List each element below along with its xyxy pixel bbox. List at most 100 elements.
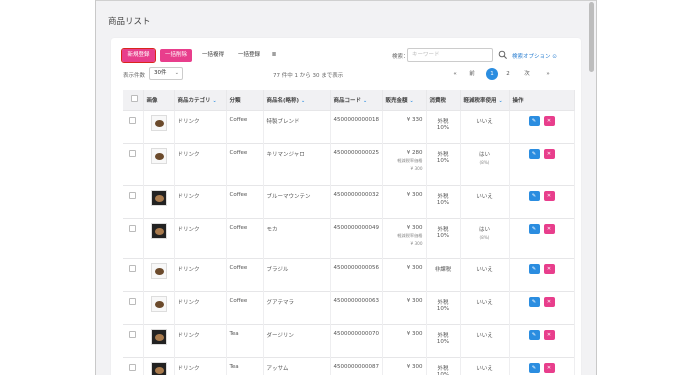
- row-reduced-cell: いいえ: [460, 323, 510, 357]
- edit-button[interactable]: ✎: [528, 115, 540, 126]
- row-checkbox[interactable]: [129, 116, 137, 124]
- header-code-label: 商品コード: [333, 97, 362, 104]
- pencil-icon: ✎: [531, 298, 537, 305]
- delete-button[interactable]: ✕: [543, 223, 555, 234]
- close-icon: ✕: [546, 117, 552, 124]
- per-page-select[interactable]: 30件 ⌄: [149, 67, 183, 80]
- scrollbar[interactable]: [589, 2, 594, 72]
- close-icon: ✕: [546, 331, 552, 338]
- row-price-cell: ¥ 300: [382, 323, 427, 357]
- page-title: 商品リスト: [108, 17, 151, 27]
- delete-button[interactable]: ✕: [543, 148, 555, 159]
- row-checkbox[interactable]: [129, 149, 137, 157]
- row-image-cell: [143, 323, 175, 357]
- row-reduced-note: (8%): [479, 234, 490, 240]
- row-select-cell: [123, 109, 144, 143]
- product-thumbnail[interactable]: [150, 262, 167, 279]
- columns-toggle-button[interactable]: Ⅲ: [268, 49, 280, 62]
- row-actions: ✎ ✕: [509, 184, 575, 218]
- coffee-cup-image: [154, 267, 164, 275]
- table-row: ドリンク Tea ダージリン 4500000000070 ¥ 300 外税 10% いいえ ✎ ✕: [123, 323, 575, 357]
- pager-page-2[interactable]: 2: [504, 68, 512, 80]
- product-thumbnail[interactable]: [150, 222, 167, 239]
- search-icon[interactable]: [498, 50, 508, 60]
- search-input[interactable]: キーワード: [407, 48, 493, 62]
- header-name[interactable]: 商品名(略称) ⌄: [263, 90, 331, 110]
- delete-button[interactable]: ✕: [543, 115, 555, 126]
- edit-button[interactable]: ✎: [528, 362, 540, 373]
- row-image-cell: [143, 142, 175, 185]
- row-checkbox[interactable]: [129, 264, 137, 272]
- product-thumbnail[interactable]: [150, 361, 167, 375]
- delete-button[interactable]: ✕: [543, 263, 555, 274]
- product-list-card: 新規登録 一括削除 一括複得 一括登録 Ⅲ 検索： キーワード 検索オプション …: [111, 38, 581, 375]
- row-tax-rate: 10%: [436, 338, 450, 345]
- header-reduced-label: 軽減税率使用: [463, 97, 497, 104]
- edit-button[interactable]: ✎: [528, 148, 540, 159]
- edit-button[interactable]: ✎: [528, 296, 540, 307]
- row-price-cell: ¥ 300: [382, 290, 427, 324]
- header-code[interactable]: 商品コード ⌄: [330, 90, 383, 110]
- row-price-note: 軽減税率価格: [397, 232, 423, 238]
- row-category: ドリンク: [174, 217, 227, 258]
- row-reduced-cell: はい (8%): [460, 217, 510, 258]
- select-all-checkbox[interactable]: [130, 95, 138, 103]
- header-category-label: 商品カテゴリ: [177, 97, 211, 104]
- row-class: Coffee: [226, 184, 264, 218]
- row-reduced-cell: いいえ: [460, 184, 510, 218]
- delete-button[interactable]: ✕: [543, 362, 555, 373]
- row-checkbox[interactable]: [129, 297, 137, 305]
- header-reduced[interactable]: 軽減税率使用 ⌄: [460, 90, 510, 110]
- edit-button[interactable]: ✎: [528, 223, 540, 234]
- product-thumbnail[interactable]: [150, 295, 167, 312]
- row-checkbox[interactable]: [129, 330, 137, 338]
- header-price[interactable]: 販売金額 ⌄: [382, 90, 427, 110]
- row-select-cell: [123, 142, 144, 185]
- row-checkbox[interactable]: [129, 363, 137, 371]
- pager-prev[interactable]: 前: [467, 68, 477, 80]
- row-tax-cell: 外税 10%: [426, 323, 461, 357]
- row-category: ドリンク: [174, 356, 227, 375]
- product-thumbnail[interactable]: [150, 147, 167, 164]
- row-tax-rate: 10%: [436, 232, 450, 239]
- pager-next[interactable]: 次: [522, 68, 532, 80]
- sort-icon: ⌄: [362, 97, 368, 104]
- product-thumbnail[interactable]: [150, 328, 167, 345]
- bulk-register-button[interactable]: 一括登録: [233, 49, 265, 62]
- row-class: Coffee: [226, 142, 264, 185]
- product-thumbnail[interactable]: [150, 114, 167, 131]
- search-options-link[interactable]: 検索オプション ⊙: [512, 52, 557, 60]
- edit-button[interactable]: ✎: [528, 263, 540, 274]
- header-category[interactable]: 商品カテゴリ ⌄: [174, 90, 227, 110]
- row-tax-rate: 10%: [436, 371, 450, 375]
- pencil-icon: ✎: [531, 150, 537, 157]
- bulk-delete-button[interactable]: 一括削除: [160, 49, 192, 62]
- sort-icon: ⌄: [212, 97, 217, 104]
- edit-button[interactable]: ✎: [528, 329, 540, 340]
- row-actions: ✎ ✕: [509, 356, 575, 375]
- close-icon: ✕: [546, 225, 552, 232]
- row-checkbox[interactable]: [129, 224, 137, 232]
- pager-page-1[interactable]: 1: [486, 68, 498, 80]
- new-product-button[interactable]: 新規登録: [120, 47, 157, 64]
- row-select-cell: [123, 257, 144, 291]
- bulk-edit-button[interactable]: 一括複得: [197, 49, 229, 62]
- delete-button[interactable]: ✕: [543, 296, 555, 307]
- pager-last[interactable]: »: [544, 68, 552, 80]
- product-thumbnail[interactable]: [150, 189, 167, 206]
- row-code: 4500000000063: [330, 290, 383, 324]
- row-price: ¥ 280: [406, 149, 423, 156]
- close-icon: ✕: [546, 265, 552, 272]
- header-name-label: 商品名(略称): [266, 97, 300, 104]
- header-select-all[interactable]: [123, 90, 144, 110]
- pager-first[interactable]: «: [451, 68, 459, 80]
- delete-button[interactable]: ✕: [543, 190, 555, 201]
- row-checkbox[interactable]: [129, 191, 137, 199]
- row-select-cell: [123, 323, 144, 357]
- delete-button[interactable]: ✕: [543, 329, 555, 340]
- per-page-value: 30件: [154, 70, 167, 76]
- row-code: 4500000000025: [330, 142, 383, 185]
- edit-button[interactable]: ✎: [528, 190, 540, 201]
- row-reduced: いいえ: [476, 193, 493, 200]
- row-name: モカ: [263, 217, 331, 258]
